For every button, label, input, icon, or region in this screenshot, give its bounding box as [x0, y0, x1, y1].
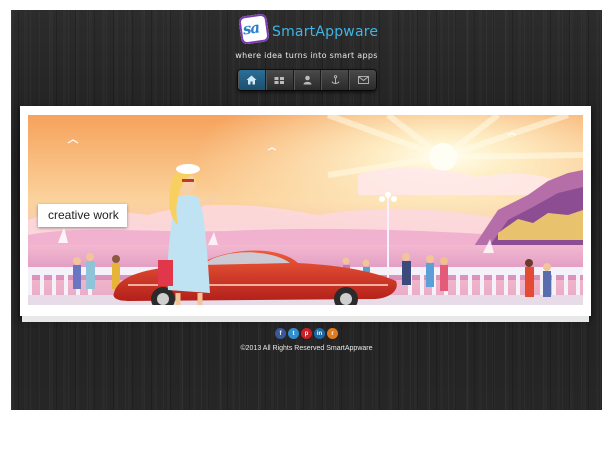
nav-about[interactable]	[293, 70, 322, 90]
logo-text: SmartAppware	[272, 24, 379, 40]
mail-icon	[357, 76, 369, 84]
social-links: f t p in r	[275, 328, 338, 339]
banner-caption: creative work	[38, 204, 127, 227]
home-icon	[246, 75, 257, 85]
site-wrapper: sa SmartAppware where idea turns into sm…	[11, 10, 602, 410]
banner-slider: creative work	[20, 106, 591, 322]
logo-mark-icon: sa	[238, 13, 270, 45]
nav-home[interactable]	[238, 70, 266, 90]
anchor-icon	[331, 75, 340, 84]
facebook-icon[interactable]: f	[275, 328, 286, 339]
logo[interactable]: sa SmartAppware	[238, 13, 379, 45]
rss-icon[interactable]: r	[327, 328, 338, 339]
nav-contact[interactable]	[349, 70, 376, 90]
user-icon	[303, 75, 312, 85]
nav-portfolio[interactable]	[321, 70, 350, 90]
linkedin-icon[interactable]: in	[314, 328, 325, 339]
main-nav	[238, 70, 376, 90]
services-icon	[274, 76, 285, 84]
nav-services[interactable]	[265, 70, 294, 90]
tagline: where idea turns into smart apps	[235, 51, 378, 60]
twitter-icon[interactable]: t	[288, 328, 299, 339]
footer-copyright: ©2013 All Rights Reserved SmartAppware	[240, 345, 373, 352]
banner-illustration: creative work	[28, 115, 583, 305]
pinterest-icon[interactable]: p	[301, 328, 312, 339]
